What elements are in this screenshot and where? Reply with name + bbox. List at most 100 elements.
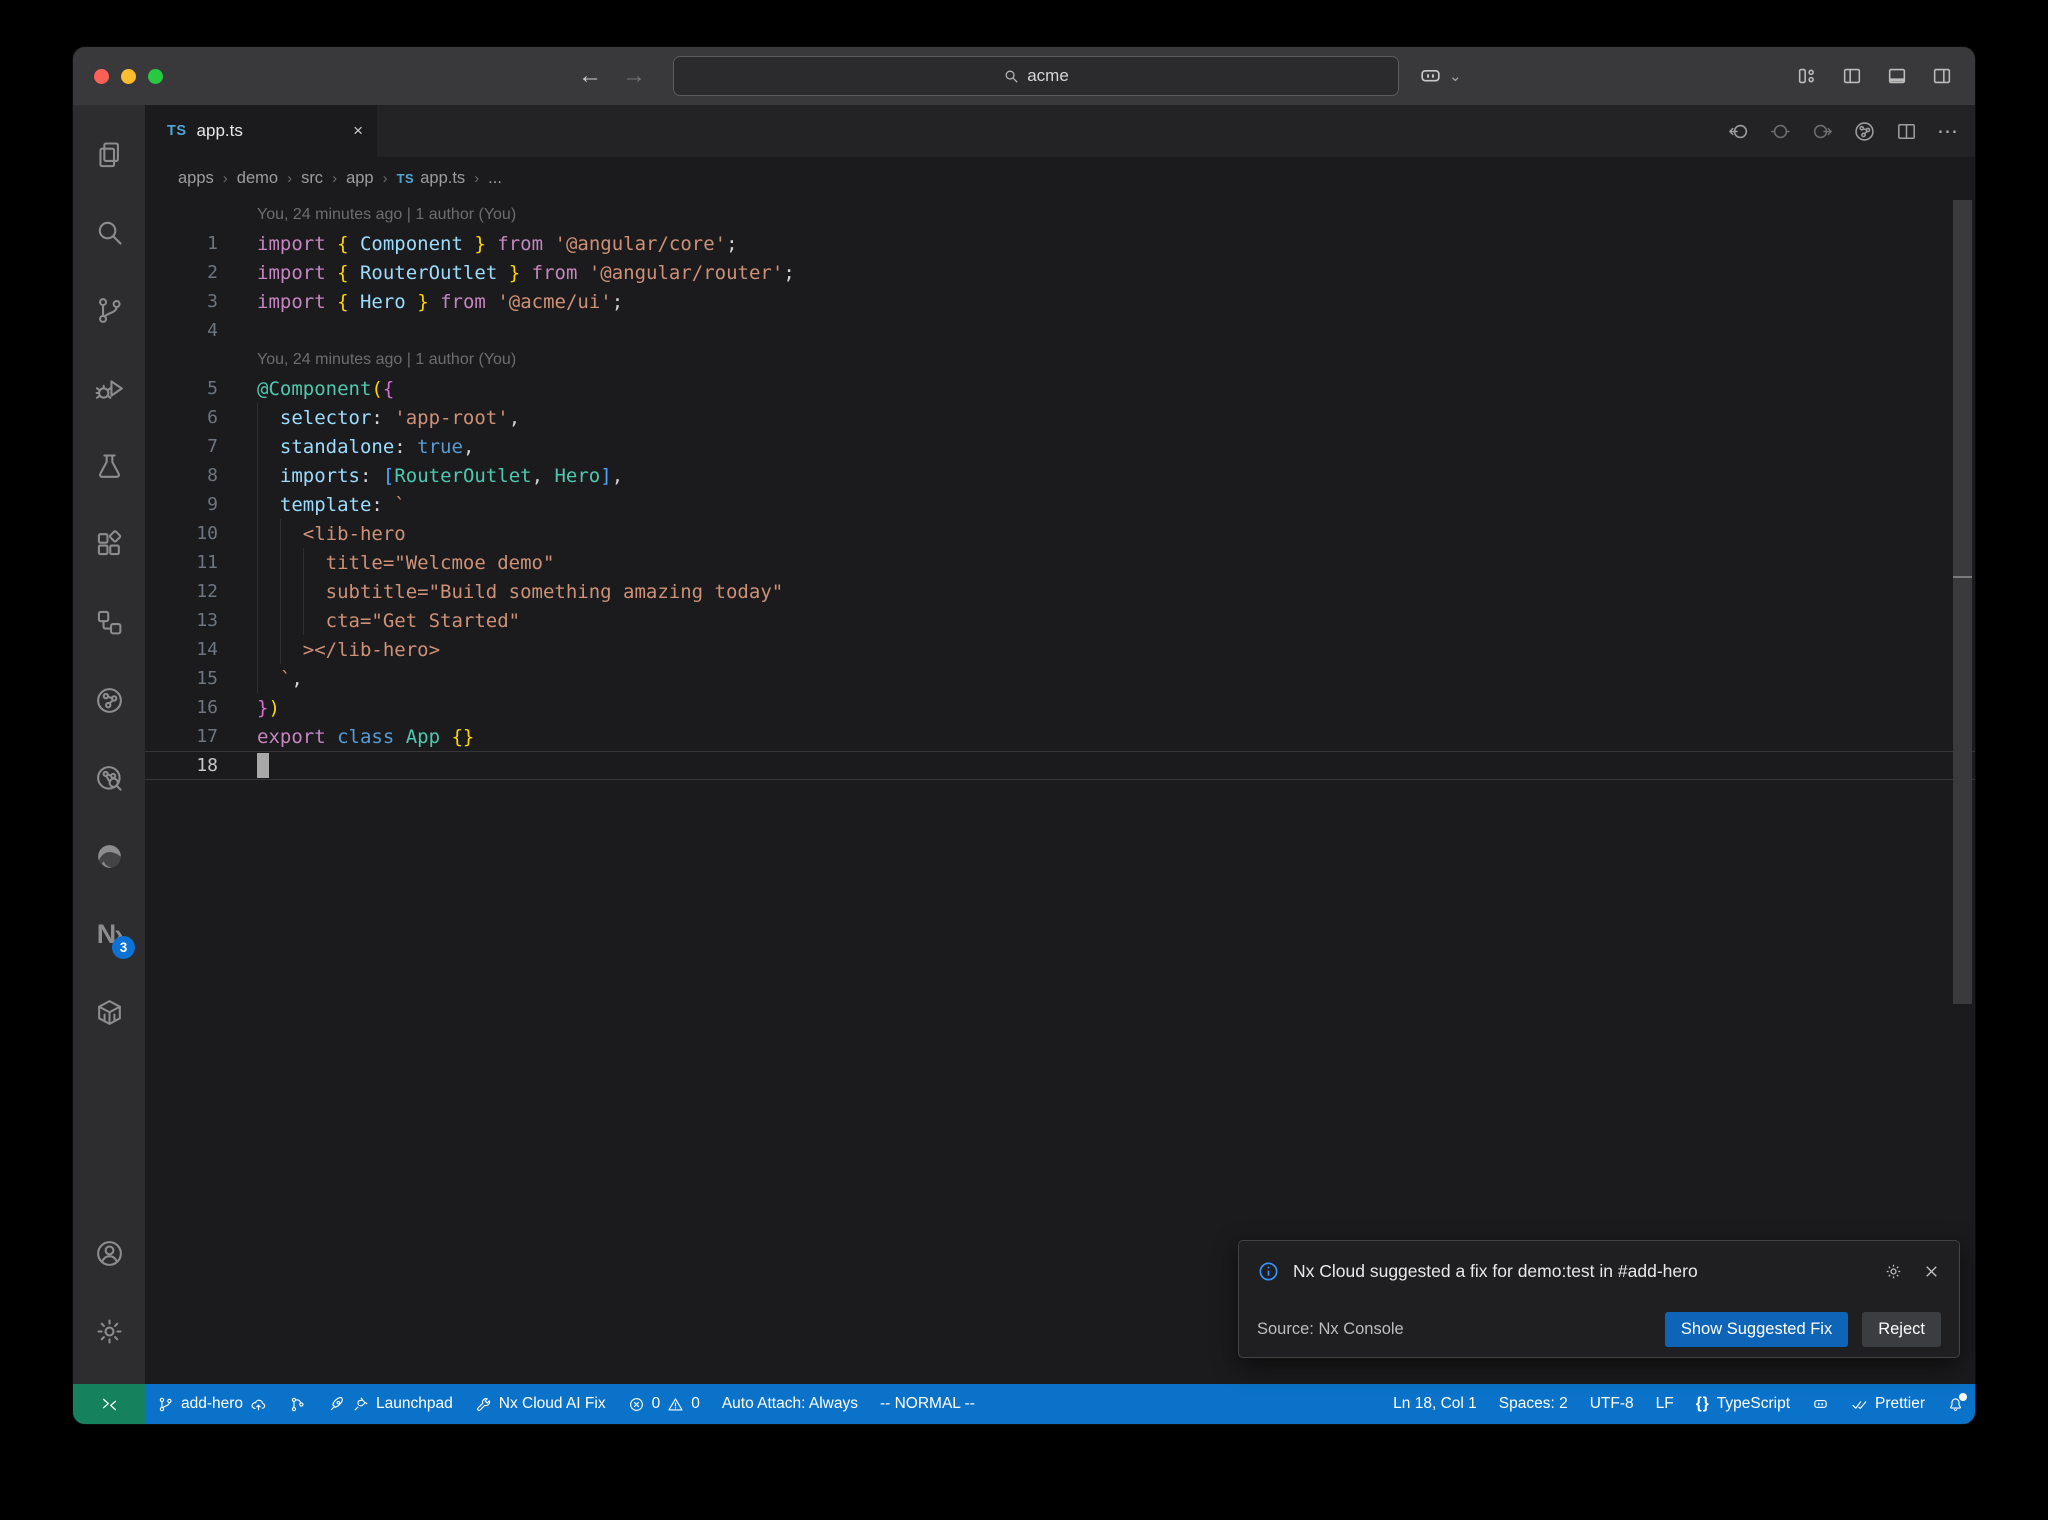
go-back-icon[interactable] xyxy=(1727,120,1750,143)
activity-testing[interactable] xyxy=(73,427,145,505)
code-line-12[interactable]: 12 subtitle="Build something amazing tod… xyxy=(145,577,1975,606)
error-icon xyxy=(628,1396,645,1413)
line-number: 18 xyxy=(196,755,218,776)
toggle-primary-sidebar-icon[interactable] xyxy=(1841,65,1863,87)
activity-edge-tools[interactable] xyxy=(73,817,145,895)
code-line-7[interactable]: 7 standalone: true, xyxy=(145,432,1975,461)
activity-nx-console[interactable]: N› 3 xyxy=(73,895,145,973)
toggle-panel-icon[interactable] xyxy=(1886,65,1908,87)
activity-nx-graph-search[interactable] xyxy=(73,739,145,817)
status-git-branch[interactable]: add-hero xyxy=(146,1384,278,1424)
code-line-16[interactable]: 16}) xyxy=(145,693,1975,722)
typescript-file-icon: TS xyxy=(396,171,415,186)
notification-close-icon[interactable] xyxy=(1922,1262,1941,1281)
activity-source-control[interactable] xyxy=(73,271,145,349)
status-language-mode[interactable]: {} TypeScript xyxy=(1685,1384,1801,1424)
activity-accounts[interactable] xyxy=(73,1214,145,1292)
code-line-2[interactable]: 2 import { RouterOutlet } from '@angular/… xyxy=(145,258,1975,287)
remote-icon xyxy=(100,1395,119,1414)
activity-explorer[interactable] xyxy=(73,115,145,193)
activity-extensions[interactable] xyxy=(73,505,145,583)
line-number: 13 xyxy=(196,610,218,631)
breadcrumb-item-src[interactable]: src xyxy=(301,169,323,188)
split-editor-icon[interactable] xyxy=(1895,120,1918,143)
code-line-3[interactable]: 3 import { Hero } from '@acme/ui'; xyxy=(145,287,1975,316)
close-tab-icon[interactable]: × xyxy=(353,121,363,141)
status-copilot[interactable] xyxy=(1801,1384,1840,1424)
link-squares-icon xyxy=(94,607,125,638)
debug-icon xyxy=(94,373,125,404)
code-line-5[interactable]: 5 @Component({ xyxy=(145,374,1975,403)
code-line-17[interactable]: 17 export class App {} xyxy=(145,722,1975,751)
traffic-lights xyxy=(94,47,163,105)
code-line-11[interactable]: 11 title="Welcmoe demo" xyxy=(145,548,1975,577)
search-icon xyxy=(94,217,125,248)
status-launchpad[interactable]: Launchpad xyxy=(317,1384,464,1424)
code-line-10[interactable]: 10 <lib-hero xyxy=(145,519,1975,548)
status-encoding[interactable]: UTF-8 xyxy=(1579,1384,1645,1424)
breadcrumb-separator: › xyxy=(287,170,293,187)
activity-search[interactable] xyxy=(73,193,145,271)
status-indentation[interactable]: Spaces: 2 xyxy=(1488,1384,1579,1424)
search-value: acme xyxy=(1027,66,1069,85)
warning-icon xyxy=(667,1396,684,1413)
nx-run-icon[interactable] xyxy=(1853,120,1876,143)
status-nx-cloud-ai-fix[interactable]: Nx Cloud AI Fix xyxy=(464,1384,617,1424)
code-line-9[interactable]: 9 template: ` xyxy=(145,490,1975,519)
reject-button[interactable]: Reject xyxy=(1862,1311,1941,1347)
more-actions-icon[interactable]: ⋯ xyxy=(1937,119,1959,144)
status-vim-mode[interactable]: -- NORMAL -- xyxy=(869,1384,986,1424)
code-line-15[interactable]: 15 `, xyxy=(145,664,1975,693)
tab-app-ts[interactable]: TS app.ts × xyxy=(145,105,377,157)
editor-scrollbar[interactable] xyxy=(1953,200,1972,1004)
cloud-upload-icon xyxy=(250,1396,267,1413)
code-line-4[interactable]: 4 xyxy=(145,316,1975,345)
code-line-1[interactable]: 1 import { Component } from '@angular/cor… xyxy=(145,229,1975,258)
customize-layout-icon[interactable] xyxy=(1796,65,1818,87)
info-icon xyxy=(1259,1262,1278,1280)
titlebar-account[interactable]: ⌄ xyxy=(1418,64,1462,89)
status-eol[interactable]: LF xyxy=(1645,1384,1685,1424)
status-scm-graph[interactable] xyxy=(278,1384,317,1424)
command-center-search[interactable]: acme xyxy=(673,56,1399,96)
activity-containers[interactable] xyxy=(73,973,145,1051)
vim-block-cursor xyxy=(257,753,269,778)
activity-nx-run-target[interactable] xyxy=(73,661,145,739)
go-forward-icon[interactable] xyxy=(1811,120,1834,143)
line-number: 14 xyxy=(196,639,218,660)
minimize-window-button[interactable] xyxy=(121,68,136,84)
status-remote-indicator[interactable] xyxy=(73,1384,146,1424)
notification-dot xyxy=(1959,1392,1967,1401)
code-line-6[interactable]: 6 selector: 'app-root', xyxy=(145,403,1975,432)
status-problems[interactable]: 00 xyxy=(617,1384,711,1424)
status-cursor-position[interactable]: Ln 18, Col 1 xyxy=(1382,1384,1488,1424)
tab-bar: TS app.ts × ⋯ xyxy=(145,105,1975,157)
breadcrumb-item-app[interactable]: app xyxy=(346,169,374,188)
code-line-13[interactable]: 13 cta="Get Started" xyxy=(145,606,1975,635)
zoom-window-button[interactable] xyxy=(148,68,163,84)
breadcrumb-item-demo[interactable]: demo xyxy=(237,169,278,188)
forward-arrow-icon[interactable]: → xyxy=(622,62,646,90)
breadcrumb-item-appts[interactable]: TS app.ts xyxy=(397,169,466,188)
code-line-14[interactable]: 14 ></lib-hero> xyxy=(145,635,1975,664)
code-line-8[interactable]: 8 imports: [RouterOutlet, Hero], xyxy=(145,461,1975,490)
breadcrumb: apps › demo › src › app › TS app.ts ›... xyxy=(145,157,1975,200)
activity-project-structure[interactable] xyxy=(73,583,145,661)
code-line-18[interactable]: 18 xyxy=(145,751,1975,780)
status-notifications-bell[interactable] xyxy=(1936,1384,1975,1424)
status-prettier[interactable]: Prettier xyxy=(1840,1384,1936,1424)
close-window-button[interactable] xyxy=(94,68,109,84)
toggle-secondary-sidebar-icon[interactable] xyxy=(1931,65,1953,87)
activity-run-debug[interactable] xyxy=(73,349,145,427)
notification-settings-gear-icon[interactable] xyxy=(1884,1262,1903,1281)
breadcrumb-item-apps[interactable]: apps xyxy=(178,169,214,188)
show-suggested-fix-button[interactable]: Show Suggested Fix xyxy=(1664,1311,1849,1347)
back-arrow-icon[interactable]: ← xyxy=(578,62,602,90)
activity-settings[interactable] xyxy=(73,1292,145,1370)
status-auto-attach[interactable]: Auto Attach: Always xyxy=(711,1384,869,1424)
code-editor[interactable]: You, 24 minutes ago | 1 author (You) 1 imp… xyxy=(145,200,1975,1384)
breadcrumb-item-[interactable]: ... xyxy=(488,169,502,188)
current-position-icon[interactable] xyxy=(1769,120,1792,143)
vscode-window: ← → acme ⌄ N› 3 TS app.ts × ⋯ apps › dem… xyxy=(73,47,1975,1424)
typescript-file-icon: TS xyxy=(167,123,187,139)
